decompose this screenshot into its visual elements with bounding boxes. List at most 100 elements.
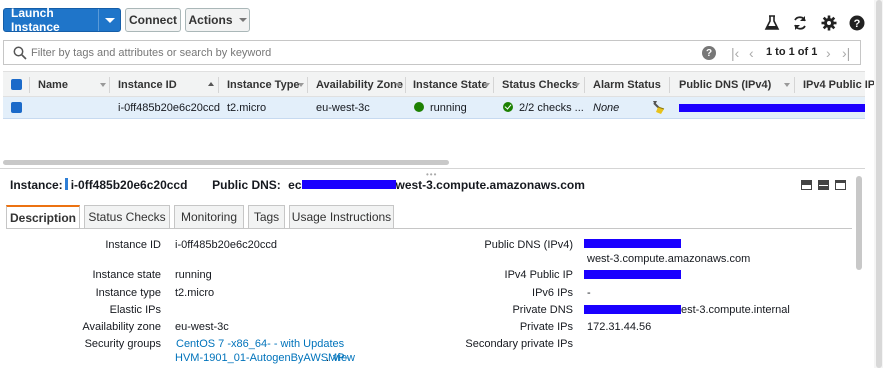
actions-button[interactable]: Actions	[185, 8, 250, 32]
cell-status-checks: 2/2 checks ...	[519, 102, 584, 114]
column-header-instance-type[interactable]: Instance Type	[227, 79, 300, 91]
prop-elastic-ips-label: Elastic IPs	[109, 304, 161, 316]
page-scrollbar-thumb[interactable]	[876, 0, 882, 368]
pane-top-icon[interactable]	[835, 180, 846, 190]
horizontal-scrollbar[interactable]	[3, 160, 449, 165]
check-ok-icon	[503, 102, 513, 112]
redacted-public-dns	[679, 104, 865, 112]
prop-ipv6-ips-label: IPv6 IPs	[532, 287, 573, 299]
tab-tags[interactable]: Tags	[248, 205, 285, 229]
row-checkbox[interactable]	[11, 102, 22, 113]
column-header-alarm-status[interactable]: Alarm Status	[593, 79, 661, 91]
public-dns-prefix: ec	[288, 178, 302, 192]
prop-availability-zone-value: eu-west-3c	[175, 321, 229, 333]
column-header-instance-state[interactable]: Instance State	[413, 79, 488, 91]
redacted-private-dns	[584, 305, 681, 314]
prop-instance-id-label: Instance ID	[105, 239, 161, 251]
filter-help-icon[interactable]: ?	[702, 46, 716, 60]
prop-secondary-private-ips-label: Secondary private IPs	[465, 338, 573, 350]
launch-instance-label: Launch Instance	[11, 6, 60, 34]
connect-label: Connect	[129, 13, 177, 27]
tab-status-checks-label: Status Checks	[88, 210, 166, 224]
column-divider	[218, 77, 219, 93]
column-header-ipv4-public-ip[interactable]: IPv4 Public IP	[803, 79, 875, 91]
column-divider	[493, 77, 494, 93]
redacted-dns-block	[301, 180, 396, 189]
chevron-down-icon	[238, 18, 247, 22]
redacted-ipv4-public-ip	[584, 270, 681, 279]
view-rules-link[interactable]: view	[333, 352, 355, 364]
chevron-down-icon	[104, 17, 115, 23]
prop-ipv4-public-ip-label: IPv4 Public IP	[504, 269, 573, 281]
create-alarm-icon[interactable]	[652, 100, 666, 115]
svg-text:?: ?	[854, 18, 861, 30]
tab-usage-instructions[interactable]: Usage Instructions	[289, 205, 394, 229]
instance-label: Instance:	[10, 178, 63, 192]
sort-asc-icon	[208, 82, 214, 86]
launch-instance-button[interactable]: Launch Instance	[3, 6, 121, 34]
column-divider	[405, 77, 406, 93]
last-page-icon[interactable]: ›|	[842, 45, 850, 61]
tab-description-label: Description	[9, 210, 76, 225]
prop-private-dns-value: est-3.compute.internal	[681, 304, 790, 316]
flask-icon[interactable]	[763, 14, 781, 32]
pane-splitter[interactable]	[0, 168, 865, 169]
public-dns-suffix: west-3.compute.amazonaws.com	[395, 178, 585, 192]
sort-caret-icon	[484, 83, 490, 87]
column-header-availability-zone[interactable]: Availability Zone	[316, 79, 403, 91]
column-header-public-dns[interactable]: Public DNS (IPv4)	[679, 79, 771, 91]
comma-separator: .	[326, 352, 330, 364]
redacted-public-dns-detail	[584, 239, 681, 248]
search-input[interactable]	[11, 44, 691, 62]
column-header-instance-id[interactable]: Instance ID	[118, 79, 177, 91]
select-all-checkbox[interactable]	[11, 79, 22, 90]
prev-page-icon[interactable]: ‹	[749, 45, 754, 61]
cell-instance-id: i-0ff485b20e6c20ccd	[118, 102, 220, 114]
column-header-status-checks[interactable]: Status Checks	[502, 79, 578, 91]
pagination-text: 1 to 1 of 1	[766, 46, 818, 58]
column-divider	[794, 77, 795, 93]
detail-header: Instance: i-0ff485b20e6c20ccd Public DNS:…	[10, 178, 585, 192]
next-page-icon[interactable]: ›	[826, 45, 831, 61]
detail-vertical-scrollbar[interactable]	[856, 176, 862, 270]
instance-marker	[64, 178, 68, 190]
help-icon[interactable]: ?	[848, 14, 866, 32]
tab-status-checks[interactable]: Status Checks	[84, 205, 170, 229]
running-status-icon	[414, 102, 424, 112]
first-page-icon[interactable]: |‹	[731, 45, 739, 61]
detail-instance-id: i-0ff485b20e6c20ccd	[70, 178, 188, 192]
launch-dropdown-toggle[interactable]	[98, 9, 120, 31]
column-divider	[669, 77, 670, 93]
actions-label: Actions	[188, 13, 233, 27]
prop-instance-state-value: running	[175, 269, 212, 281]
prop-instance-id-value: i-0ff485b20e6c20ccd	[175, 239, 277, 251]
connect-button[interactable]: Connect	[125, 8, 181, 32]
sort-caret-icon	[574, 83, 580, 87]
cell-instance-state: running	[430, 102, 467, 114]
tab-tags-label: Tags	[253, 210, 280, 224]
prop-ipv6-ips-value: -	[587, 287, 591, 299]
column-header-name[interactable]: Name	[38, 79, 68, 91]
security-group-link[interactable]: CentOS 7 -x86_64- - with Updates	[176, 338, 344, 350]
cell-alarm-status: None	[593, 102, 620, 114]
prop-private-dns-label: Private DNS	[512, 304, 573, 316]
prop-public-dns-label: Public DNS (IPv4)	[484, 239, 573, 251]
column-divider	[584, 77, 585, 93]
prop-instance-type-label: Instance type	[95, 287, 161, 299]
tab-description[interactable]: Description	[6, 205, 80, 229]
tab-monitoring[interactable]: Monitoring	[174, 205, 244, 229]
refresh-icon[interactable]	[791, 14, 809, 32]
pane-bottom-icon[interactable]	[801, 180, 812, 190]
prop-private-ips-value: 172.31.44.56	[587, 321, 652, 333]
cell-instance-type: t2.micro	[227, 102, 267, 114]
prop-security-groups-label: Security groups	[84, 338, 161, 350]
pane-middle-icon[interactable]	[818, 180, 829, 190]
security-group-link-2[interactable]: HVM-1901_01-AutogenByAWSMP-	[175, 352, 348, 364]
table-row[interactable]: i-0ff485b20e6c20ccd t2.micro eu-west-3c …	[3, 97, 865, 119]
column-divider	[307, 77, 308, 93]
ec2-console: Launch Instance Connect Actions ? Filter…	[0, 0, 883, 368]
prop-public-dns-value: west-3.compute.amazonaws.com	[587, 253, 751, 265]
sort-caret-icon	[100, 83, 106, 87]
gear-icon[interactable]	[820, 14, 838, 32]
column-divider	[109, 77, 110, 93]
